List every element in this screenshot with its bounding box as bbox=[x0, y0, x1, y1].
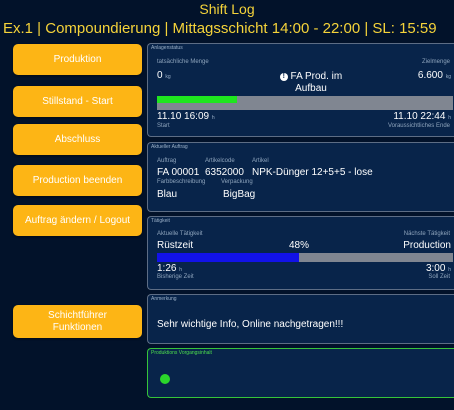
farbe-label: Farbbeschreibung bbox=[157, 179, 206, 185]
status-info: ! FA Prod. im Aufbau bbox=[266, 71, 356, 95]
target-time-value: 3:00 h bbox=[425, 263, 451, 274]
produktion-button[interactable]: Produktion bbox=[13, 44, 142, 75]
production-progress-bar bbox=[157, 96, 453, 110]
start-time-value: 11.10 16:09 h bbox=[157, 111, 215, 122]
next-activity-value: Production bbox=[403, 240, 451, 251]
abschluss-button[interactable]: Abschluss bbox=[13, 124, 142, 155]
anmerkung-panel: Anmerkung Sehr wichtige Info, Online nac… bbox=[147, 294, 454, 344]
activity-percent: 48% bbox=[289, 240, 310, 251]
activity-progress-bar bbox=[157, 253, 453, 262]
auftrag-value: FA 00001 bbox=[157, 167, 200, 178]
verpackung-value: BigBag bbox=[223, 189, 256, 200]
taetigkeit-panel: Tätigkeit Aktuelle Tätigkeit Nächste Tät… bbox=[147, 216, 454, 290]
vorgangsinhalt-panel: Produktions Vorgangsinhalt bbox=[147, 348, 454, 398]
end-time-label: Voraussichtliches Ende bbox=[387, 123, 450, 129]
auftrag-aendern-logout-button[interactable]: Auftrag ändern / Logout bbox=[13, 205, 142, 236]
auftrag-label: Auftrag bbox=[157, 158, 177, 164]
header-title: Shift Log bbox=[199, 1, 255, 17]
farbe-value: Blau bbox=[157, 189, 178, 200]
activity-progress-fill bbox=[157, 253, 300, 262]
current-activity-value: Rüstzeit bbox=[157, 240, 194, 251]
info-icon: ! bbox=[279, 73, 288, 81]
production-progress-fill bbox=[157, 96, 237, 103]
anlagenstatus-title: Anlagenstatus bbox=[151, 45, 183, 51]
artikelcode-label: Artikelcode bbox=[205, 158, 235, 164]
schichtfuehrer-funktionen-button[interactable]: Schichtführer Funktionen bbox=[13, 305, 142, 338]
actual-amount-value: 0 kg bbox=[157, 70, 171, 81]
header-subtitle: Ex.1 | Compoundierung | Mittagsschicht 1… bbox=[3, 20, 437, 37]
elapsed-time-label: Bisherige Zeit bbox=[157, 274, 194, 280]
next-activity-label: Nächste Tätigkeit bbox=[403, 231, 450, 237]
taetigkeit-title: Tätigkeit bbox=[151, 218, 170, 224]
stillstand-start-button[interactable]: Stillstand - Start bbox=[13, 86, 142, 117]
actual-amount-label: tatsächliche Menge bbox=[157, 59, 209, 65]
end-time-value: 11.10 22:44 h bbox=[393, 111, 451, 122]
auftrag-panel: Aktueller Auftrag Auftrag Artikelcode Ar… bbox=[147, 142, 454, 212]
artikel-label: Artikel bbox=[252, 158, 269, 164]
start-time-label: Start bbox=[157, 123, 170, 129]
schichtfuehrer-label-line2: Funktionen bbox=[52, 321, 103, 333]
artikel-value: NPK-Dünger 12+5+5 - lose bbox=[252, 167, 373, 178]
auftrag-title: Aktueller Auftrag bbox=[151, 144, 188, 150]
current-activity-label: Aktuelle Tätigkeit bbox=[157, 231, 203, 237]
anlagenstatus-panel: Anlagenstatus tatsächliche Menge 0 kg Zi… bbox=[147, 43, 454, 137]
artikelcode-value: 6352000 bbox=[205, 167, 244, 178]
status-dot-icon bbox=[160, 374, 170, 384]
verpackung-label: Verpackung bbox=[221, 179, 253, 185]
anmerkung-title: Anmerkung bbox=[151, 296, 177, 302]
anmerkung-text: Sehr wichtige Info, Online nachgetragen!… bbox=[157, 319, 344, 330]
production-beenden-button[interactable]: Production beenden bbox=[13, 165, 142, 196]
target-amount-value: 6.600 kg bbox=[417, 70, 451, 81]
elapsed-time-value: 1:26 h bbox=[157, 263, 183, 274]
target-amount-label: Zielmenge bbox=[421, 59, 450, 65]
schichtfuehrer-label-line1: Schichtführer bbox=[48, 309, 107, 321]
vorgangsinhalt-title: Produktions Vorgangsinhalt bbox=[151, 350, 212, 356]
target-time-label: Soll Zeit bbox=[428, 274, 450, 280]
